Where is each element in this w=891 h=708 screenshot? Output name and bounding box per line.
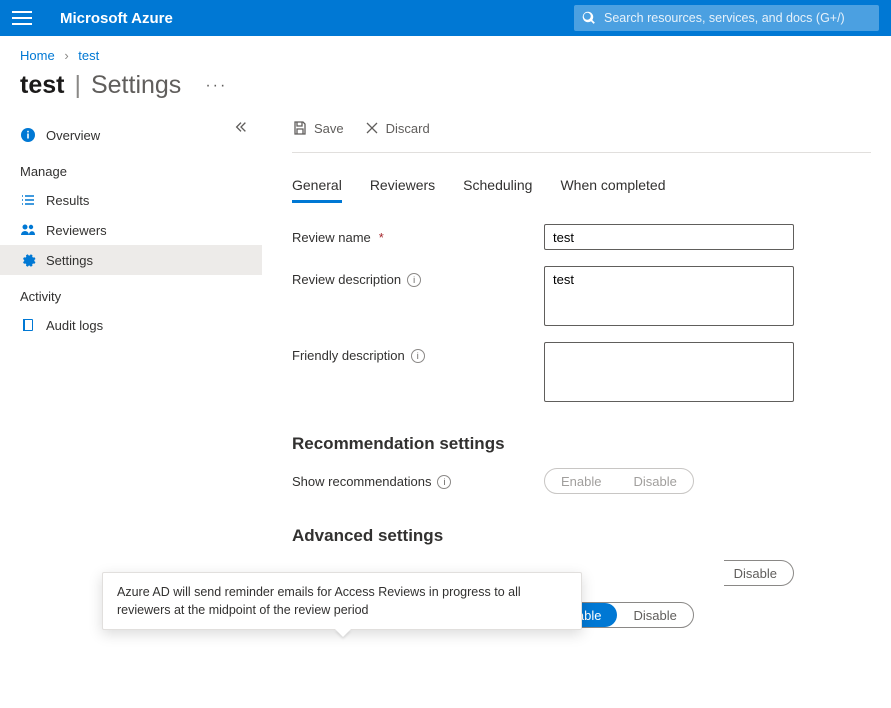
title-separator: |: [74, 71, 81, 100]
tab-scheduling[interactable]: Scheduling: [463, 171, 532, 203]
info-icon: [20, 127, 36, 143]
page-title-name: test: [20, 71, 64, 100]
search-input[interactable]: [604, 11, 871, 25]
tab-general[interactable]: General: [292, 171, 342, 203]
breadcrumb-home[interactable]: Home: [20, 48, 55, 63]
list-icon: [20, 192, 36, 208]
toggle-disable[interactable]: Disable: [724, 561, 793, 585]
sidebar-item-reviewers[interactable]: Reviewers: [0, 215, 262, 245]
breadcrumb: Home › test: [0, 36, 891, 69]
info-icon[interactable]: i: [437, 475, 451, 489]
collapse-chevron-icon[interactable]: [234, 120, 248, 134]
toggle-disable[interactable]: Disable: [617, 603, 692, 627]
search-icon: [582, 11, 596, 25]
info-icon[interactable]: i: [411, 349, 425, 363]
discard-button[interactable]: Discard: [364, 120, 430, 136]
book-icon: [20, 317, 36, 333]
sidebar-item-label: Reviewers: [46, 223, 107, 238]
section-advanced-header: Advanced settings: [292, 526, 871, 546]
toggle-enable: Enable: [545, 469, 617, 493]
sidebar-item-overview[interactable]: Overview: [0, 120, 262, 150]
sidebar-item-label: Audit logs: [46, 318, 103, 333]
gear-icon: [20, 252, 36, 268]
close-icon: [364, 120, 380, 136]
people-icon: [20, 222, 36, 238]
sidebar-group-activity: Activity: [0, 275, 262, 310]
brand-label: Microsoft Azure: [60, 10, 173, 27]
content-pane: Save Discard General Reviewers Schedulin…: [262, 120, 891, 664]
tab-when-completed[interactable]: When completed: [560, 171, 665, 203]
more-icon[interactable]: ···: [205, 77, 227, 95]
info-icon[interactable]: i: [407, 273, 421, 287]
advanced-row1-toggle[interactable]: Disable: [724, 560, 794, 586]
section-recommendation-header: Recommendation settings: [292, 434, 871, 454]
sidebar-group-manage: Manage: [0, 150, 262, 185]
review-description-label: Review description: [292, 272, 401, 287]
global-search[interactable]: [574, 5, 879, 31]
sidebar-item-label: Results: [46, 193, 89, 208]
toggle-disable: Disable: [617, 469, 692, 493]
review-name-input[interactable]: [544, 224, 794, 250]
required-asterisk: *: [379, 230, 384, 245]
save-button-label: Save: [314, 121, 344, 136]
show-recommendations-label: Show recommendations: [292, 474, 431, 489]
friendly-description-label: Friendly description: [292, 348, 405, 363]
page-title-section: Settings: [91, 71, 181, 100]
sidebar-item-label: Settings: [46, 253, 93, 268]
sidebar-item-results[interactable]: Results: [0, 185, 262, 215]
breadcrumb-sep: ›: [64, 48, 68, 63]
sidebar-item-settings[interactable]: Settings: [0, 245, 262, 275]
save-button[interactable]: Save: [292, 120, 344, 136]
sidebar-item-label: Overview: [46, 128, 100, 143]
review-description-input[interactable]: [544, 266, 794, 326]
save-icon: [292, 120, 308, 136]
discard-button-label: Discard: [386, 121, 430, 136]
sidebar-item-audit-logs[interactable]: Audit logs: [0, 310, 262, 340]
tab-reviewers[interactable]: Reviewers: [370, 171, 435, 203]
breadcrumb-current[interactable]: test: [78, 48, 99, 63]
reminders-tooltip: Azure AD will send reminder emails for A…: [102, 572, 582, 630]
friendly-description-input[interactable]: [544, 342, 794, 402]
menu-toggle-icon[interactable]: [12, 11, 32, 25]
show-recommendations-toggle: Enable Disable: [544, 468, 694, 494]
review-name-label: Review name: [292, 230, 371, 245]
